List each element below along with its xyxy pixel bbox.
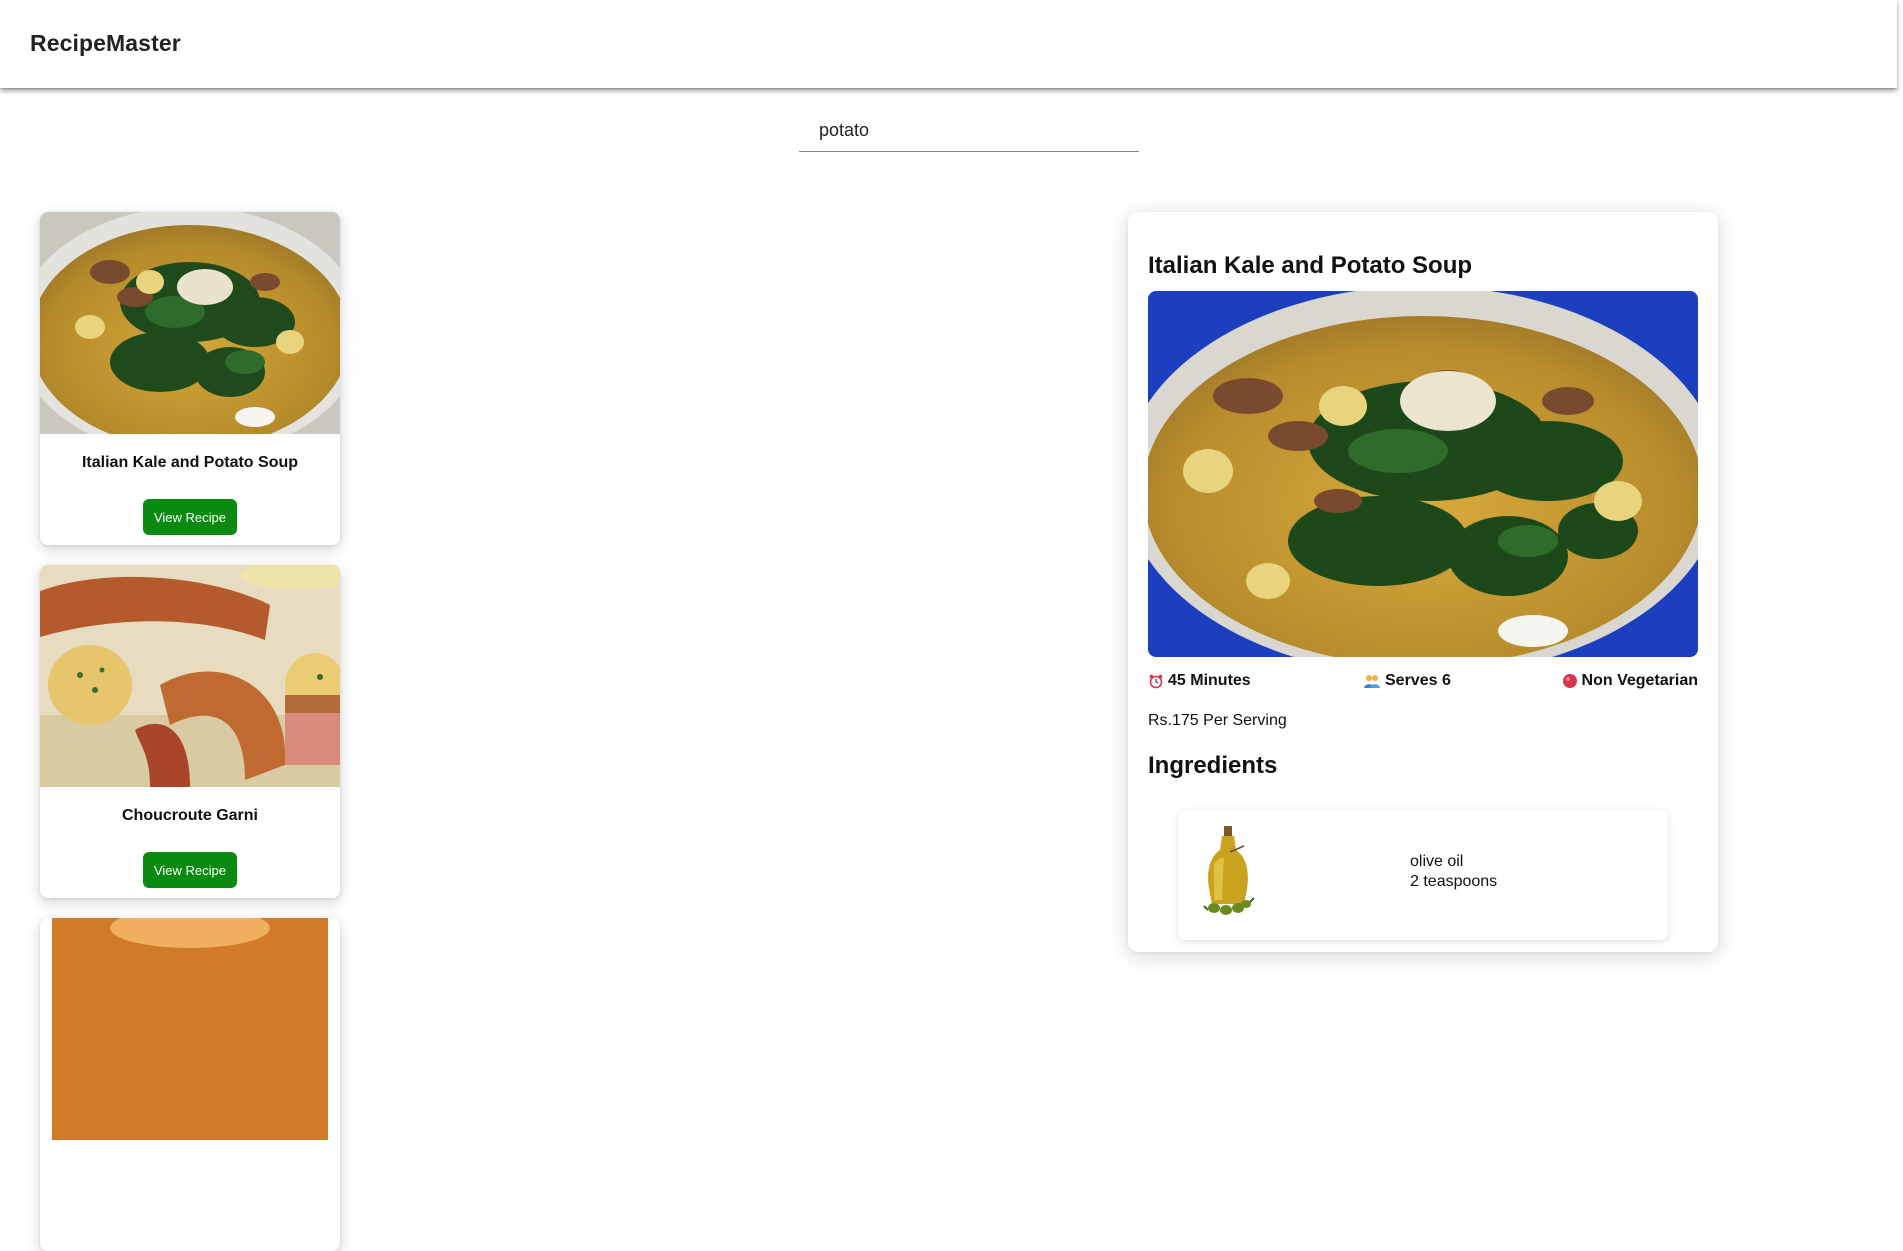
ingredient-text: olive oil 2 teaspoons	[1410, 852, 1497, 892]
olive-oil-bottle-icon	[1203, 826, 1255, 915]
recipe-name: Choucroute Garni	[121, 807, 258, 824]
detail-image	[1148, 291, 1698, 657]
search-field[interactable]	[799, 112, 1139, 152]
ingredient-item: olive oil 2 teaspoons	[1178, 810, 1668, 940]
ingredient-quantity: 2 teaspoons	[1410, 873, 1498, 890]
diet-type: Non Vegetarian	[1562, 672, 1698, 690]
red-dot-icon	[1562, 674, 1577, 688]
recipe-card[interactable]: Choucroute Garni View Recipe	[40, 565, 340, 898]
servings-value: Serves 6	[1385, 672, 1451, 689]
people-icon	[1364, 675, 1380, 688]
recipe-image-soup[interactable]	[40, 212, 340, 434]
search-input[interactable]	[799, 112, 1139, 148]
ingredient-name: olive oil	[1410, 853, 1464, 870]
cook-time: 45 Minutes	[1148, 672, 1251, 690]
alarm-clock-icon	[1149, 674, 1163, 689]
ingredients-heading: Ingredients	[1148, 752, 1278, 779]
cook-time-value: 45 Minutes	[1168, 672, 1251, 689]
price-per-serving: Rs.175 Per Serving	[1148, 712, 1287, 729]
recipe-card[interactable]: Italian Kale and Potato Soup View Recipe	[40, 212, 340, 545]
diet-type-value: Non Vegetarian	[1581, 672, 1698, 689]
recipe-image[interactable]	[40, 918, 340, 1140]
servings: Serves 6	[1363, 672, 1451, 690]
view-recipe-button[interactable]: View Recipe	[143, 499, 237, 535]
app-title: RecipeMaster	[30, 30, 181, 56]
view-recipe-button[interactable]: View Recipe	[143, 852, 237, 888]
recipe-name: Italian Kale and Potato Soup	[81, 454, 299, 471]
recipe-card[interactable]	[40, 918, 340, 1251]
recipe-image-choucroute[interactable]	[40, 565, 340, 787]
detail-title: Italian Kale and Potato Soup	[1148, 252, 1473, 279]
recipe-detail-panel: Italian Kale and Potato Soup 45 Minutes …	[1128, 212, 1718, 952]
recipe-meta: 45 Minutes Serves 6 Non Vegetarian	[1148, 672, 1698, 696]
app-bar: RecipeMaster	[0, 0, 1897, 88]
